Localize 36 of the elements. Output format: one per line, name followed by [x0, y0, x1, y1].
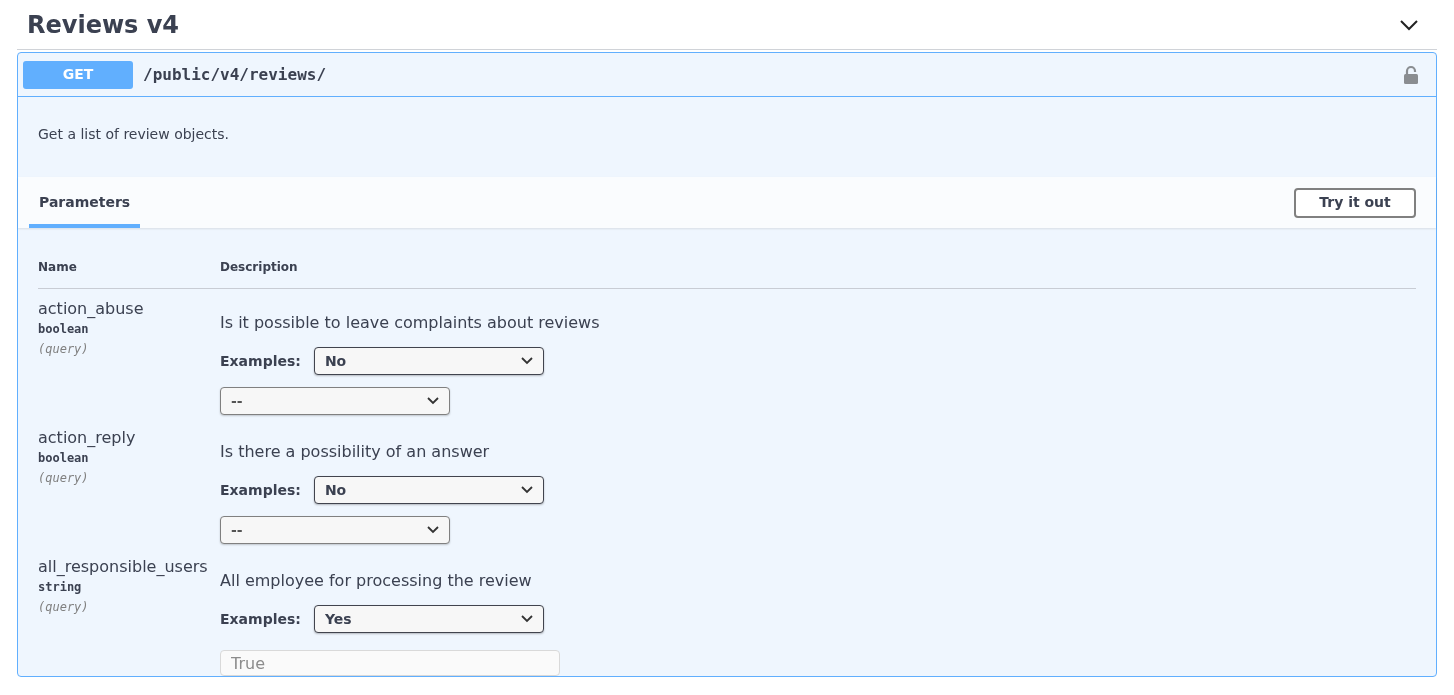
parameter-name: action_abuse — [38, 298, 145, 320]
examples-label: Examples: — [220, 480, 301, 500]
method-badge: GET — [23, 60, 133, 89]
chevron-icon — [520, 486, 533, 494]
value-select[interactable]: -- — [220, 387, 450, 415]
parameter-description: Is there a possibility of an answer — [220, 442, 491, 462]
chevron-icon — [427, 397, 439, 405]
column-header: Name — [38, 259, 78, 276]
parameter-type: string — [38, 579, 83, 596]
chevron-icon — [427, 526, 439, 534]
parameter-description: All employee for processing the review — [220, 571, 533, 591]
chevron-icon — [520, 615, 533, 623]
parameter-name: action_reply — [38, 427, 137, 449]
parameter-type: boolean — [38, 450, 90, 467]
examples-label: Examples: — [220, 351, 301, 371]
value-select[interactable]: -- — [220, 516, 450, 544]
parameter-location: (query) — [38, 470, 90, 487]
operation-description: Get a list of review objects. — [38, 125, 231, 144]
examples-select[interactable]: No — [313, 476, 544, 504]
unlocked-padlock-icon[interactable] — [1403, 64, 1419, 85]
try-it-out-button[interactable]: Try it out — [1294, 187, 1416, 218]
parameter-description: Is it possible to leave complaints about reviews — [220, 313, 600, 333]
endpoint-path[interactable]: /public/v4/reviews/ — [143, 62, 327, 87]
parameter-location: (query) — [38, 341, 90, 358]
examples-select[interactable]: No — [313, 347, 544, 375]
parameter-type: boolean — [38, 321, 90, 338]
value-input[interactable]: True — [220, 650, 560, 676]
column-header: Description — [220, 259, 298, 276]
chevron-icon — [520, 357, 533, 365]
parameters-tab[interactable]: Parameters — [29, 181, 141, 228]
examples-select[interactable]: Yes — [313, 605, 544, 633]
parameter-location: (query) — [38, 599, 90, 616]
section-title[interactable]: Reviews v4 — [27, 6, 180, 43]
chevron-icon[interactable] — [1399, 18, 1419, 31]
examples-label: Examples: — [220, 609, 301, 629]
parameter-name: all_responsible_users — [38, 556, 209, 578]
